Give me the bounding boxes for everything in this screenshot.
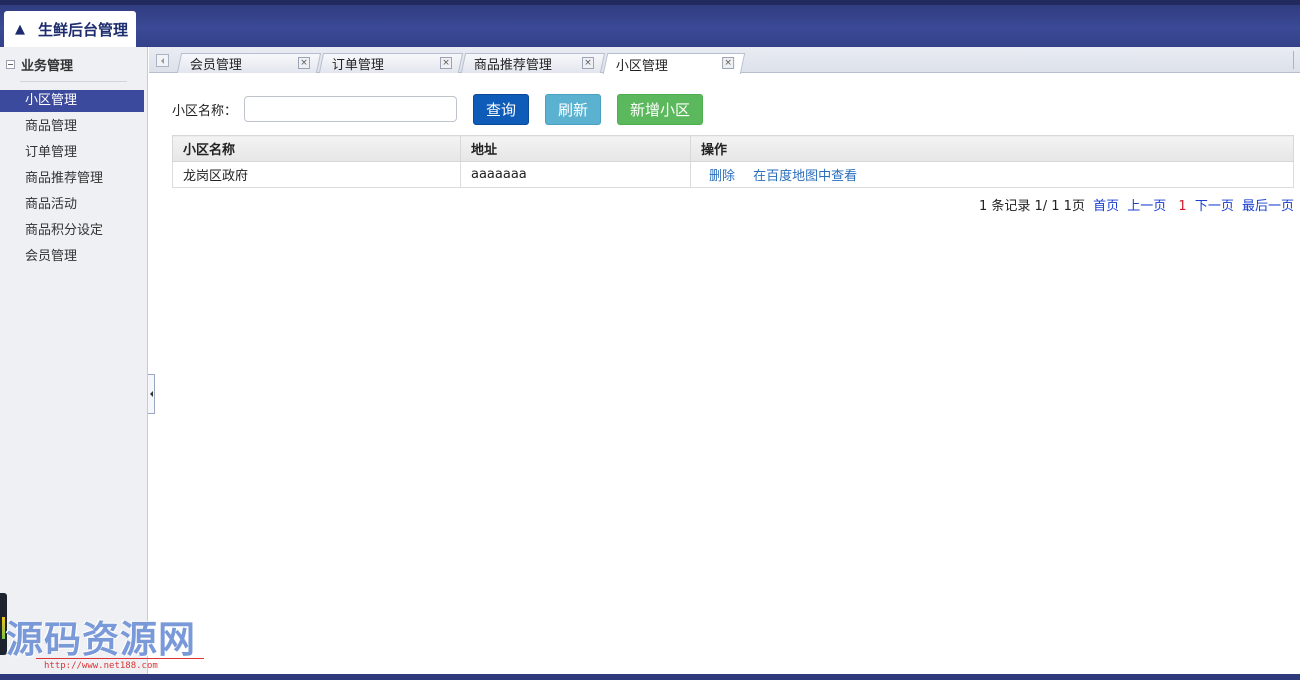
cell-actions: 删除 在百度地图中查看 [690,161,1294,188]
current-page: 1 [1178,199,1187,214]
close-icon[interactable]: × [722,57,735,69]
indicator-bar [2,617,5,639]
tab-label: 订单管理 [331,58,384,73]
chevron-left-icon [149,391,153,397]
tab-label: 小区管理 [615,58,668,74]
sidebar-item-orders[interactable]: 订单管理 [0,142,147,168]
chevron-left-icon [161,57,164,64]
sidebar-collapse-handle[interactable] [148,374,155,414]
prev-page-link[interactable]: 上一页 [1127,199,1166,214]
sidebar-item-recommend[interactable]: 商品推荐管理 [0,168,147,194]
top-header: ▲ 生鲜后台管理 [0,0,1300,47]
column-header-name[interactable]: 小区名称 [172,135,461,162]
table-row[interactable]: 龙岗区政府 aaaaaaa 删除 在百度地图中查看 [172,161,1294,188]
community-name-input[interactable] [244,96,458,122]
watermark-underline [36,658,204,659]
last-page-link[interactable]: 最后一页 [1242,199,1294,214]
sidebar-item-community[interactable]: 小区管理 [0,90,144,112]
home-icon: ▲ [15,21,25,37]
tab-scroll-left-button[interactable] [156,54,169,67]
tab-recommend[interactable]: 商品推荐管理 × [460,53,606,73]
pagination: 1 条记录 1/ 1 1页 首页 上一页 1 下一页 最后一页 [979,195,1294,214]
close-icon[interactable]: × [440,57,452,69]
search-label: 小区名称： [172,103,238,119]
app-title-tab[interactable]: ▲ 生鲜后台管理 [4,11,136,47]
main-content: 小区名称： 查询 刷新 新增小区 小区名称 地址 操作 龙岗区政府 aaaaaa… [160,86,1296,214]
first-page-link[interactable]: 首页 [1093,199,1119,214]
close-icon[interactable]: × [582,57,594,69]
query-button[interactable]: 查询 [473,93,530,125]
refresh-button[interactable]: 刷新 [545,93,602,125]
watermark: 源码资源网 http://www.net188.com [0,593,210,675]
column-header-address[interactable]: 地址 [460,135,691,162]
view-on-baidu-map-link[interactable]: 在百度地图中查看 [753,169,857,184]
app-title: 生鲜后台管理 [38,20,129,39]
sidebar-section-title: 业务管理 [21,58,74,74]
tab-orders[interactable]: 订单管理 × [318,53,464,73]
close-icon[interactable]: × [298,57,310,69]
sidebar-item-members[interactable]: 会员管理 [0,246,147,272]
tab-members[interactable]: 会员管理 × [176,53,322,73]
sidebar-item-activities[interactable]: 商品活动 [0,194,147,220]
next-page-link[interactable]: 下一页 [1195,199,1234,214]
sidebar-divider [20,81,127,82]
tab-community[interactable]: 小区管理 × [602,53,746,74]
search-bar: 小区名称： 查询 刷新 新增小区 [160,86,1296,132]
community-table: 小区名称 地址 操作 龙岗区政府 aaaaaaa 删除 在百度地图中查看 [172,135,1294,188]
header-strip [0,0,1300,5]
collapse-icon[interactable] [6,59,15,69]
cell-address: aaaaaaa [460,161,691,188]
pagination-summary: 1 条记录 1/ 1 1页 [978,199,1085,214]
watermark-text: 源码资源网 [6,618,196,661]
watermark-url: http://www.net188.com [44,661,158,671]
cell-name: 龙岗区政府 [172,161,461,188]
sidebar-section-header[interactable]: 业务管理 [0,47,147,81]
tab-label: 会员管理 [189,58,242,73]
delete-link[interactable]: 删除 [709,169,735,184]
table-header-row: 小区名称 地址 操作 [172,135,1294,162]
add-community-button[interactable]: 新增小区 [617,93,704,125]
tab-bar: 会员管理 × 订单管理 × 商品推荐管理 × 小区管理 × [149,47,1300,74]
sidebar: 业务管理 小区管理 商品管理 订单管理 商品推荐管理 商品活动 商品积分设定 会… [0,47,148,674]
column-header-actions[interactable]: 操作 [690,135,1294,162]
tab-label: 商品推荐管理 [473,58,552,73]
sidebar-item-points[interactable]: 商品积分设定 [0,220,147,246]
sidebar-item-products[interactable]: 商品管理 [0,116,147,142]
tab-bar-divider [1293,51,1294,69]
